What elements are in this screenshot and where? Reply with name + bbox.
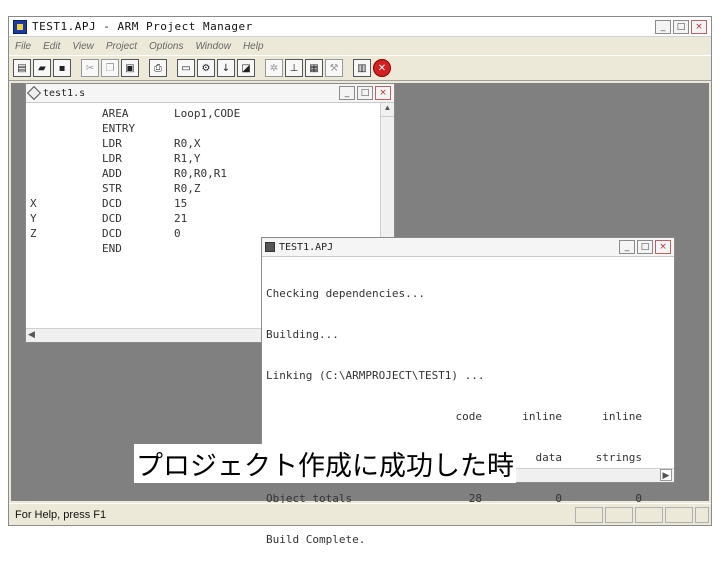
menu-help[interactable]: Help [243, 41, 264, 52]
menu-file[interactable]: File [15, 41, 31, 52]
new-doc-icon[interactable]: ▤ [13, 59, 31, 77]
save-icon[interactable]: ▪ [53, 59, 71, 77]
build-window-controls: _ □ × [619, 240, 671, 254]
settings-icon[interactable]: ✲ [265, 59, 283, 77]
debug-icon[interactable]: ◪ [237, 59, 255, 77]
menu-window[interactable]: Window [195, 41, 230, 52]
window-controls: _ □ × [655, 19, 707, 34]
menu-options[interactable]: Options [149, 41, 183, 52]
menu-bar: File Edit View Project Options Window He… [9, 37, 711, 55]
build-minimize-button[interactable]: _ [619, 240, 635, 254]
copy-icon[interactable]: ❐ [101, 59, 119, 77]
maximize-button[interactable]: □ [673, 19, 689, 34]
app-icon [13, 19, 27, 34]
resize-grip[interactable] [695, 506, 709, 523]
menu-edit[interactable]: Edit [43, 41, 60, 52]
build-output: Checking dependencies... Building... Lin… [262, 257, 674, 573]
source-maximize-button[interactable]: □ [357, 86, 373, 100]
code-line: X DCD 15 [30, 197, 188, 210]
build-close-button[interactable]: × [655, 240, 671, 254]
disk-icon[interactable]: ▥ [353, 59, 371, 77]
output-line: Checking dependencies... [266, 287, 425, 300]
build-maximize-button[interactable]: □ [637, 240, 653, 254]
scroll-up-icon[interactable]: ▲ [381, 103, 394, 117]
size-table-header: code inline inline [455, 410, 643, 423]
minimize-button[interactable]: _ [655, 19, 671, 34]
build-icon[interactable]: ⚙ [197, 59, 215, 77]
source-window-controls: _ □ × [339, 86, 391, 100]
output-line: Building... [266, 328, 339, 341]
document-icon [265, 242, 275, 252]
source-minimize-button[interactable]: _ [339, 86, 355, 100]
scroll-left-icon[interactable]: ◀ [28, 329, 35, 340]
close-button[interactable]: × [691, 19, 707, 34]
status-panel [665, 506, 693, 523]
app-titlebar: TEST1.APJ - ARM Project Manager _ □ × [9, 17, 711, 37]
code-line: LDR R1,Y [102, 152, 201, 165]
caption-overlay: プロジェクト作成に成功した時 [134, 444, 516, 483]
mdi-workspace: test1.s _ □ × AREA Loop1,CODE ENTRY LDR R0… [11, 83, 709, 546]
code-line: AREA Loop1,CODE [102, 107, 241, 120]
source-window-titlebar[interactable]: test1.s _ □ × [26, 84, 394, 103]
status-panel [575, 506, 603, 523]
open-folder-icon[interactable]: ▰ [33, 59, 51, 77]
menu-view[interactable]: View [72, 41, 94, 52]
code-line: Y DCD 21 [30, 212, 188, 225]
build-window-title: TEST1.APJ [279, 241, 334, 253]
source-close-button[interactable]: × [375, 86, 391, 100]
status-bar: For Help, press F1 [9, 503, 711, 525]
code-line: ADD R0,R0,R1 [102, 167, 227, 180]
code-line: STR R0,Z [102, 182, 201, 195]
window-icon[interactable]: ▭ [177, 59, 195, 77]
pencil-icon [26, 85, 42, 101]
network-icon[interactable]: ⊥ [285, 59, 303, 77]
build-window-titlebar[interactable]: TEST1.APJ _ □ × [262, 238, 674, 257]
status-text: For Help, press F1 [15, 508, 107, 521]
cut-icon[interactable]: ✂ [81, 59, 99, 77]
app-title: TEST1.APJ - ARM Project Manager [32, 20, 253, 33]
step-icon[interactable]: ↓ [217, 59, 235, 77]
status-panel [605, 506, 633, 523]
toolbar: ▤ ▰ ▪ ✂ ❐ ▣ ⎙ ▭ ⚙ ↓ ◪ ✲ ⊥ ▦ ⚒ ▥ ✕ [9, 55, 711, 81]
paste-icon[interactable]: ▣ [121, 59, 139, 77]
source-editor[interactable]: AREA Loop1,CODE ENTRY LDR R0,X LDR R1,Y ADD… [26, 103, 394, 256]
stop-icon[interactable]: ✕ [373, 59, 391, 77]
status-panel [635, 506, 663, 523]
scroll-right-icon[interactable]: ▶ [660, 469, 672, 481]
code-line: LDR R0,X [102, 137, 201, 150]
tools-icon[interactable]: ⚒ [325, 59, 343, 77]
code-line: ENTRY [102, 122, 136, 135]
output-line: Linking (C:\ARMPROJECT\TEST1) ... [266, 369, 485, 382]
print-icon[interactable]: ⎙ [149, 59, 167, 77]
resource-icon[interactable]: ▦ [305, 59, 323, 77]
source-window-title: test1.s [43, 87, 86, 99]
menu-project[interactable]: Project [106, 41, 137, 52]
